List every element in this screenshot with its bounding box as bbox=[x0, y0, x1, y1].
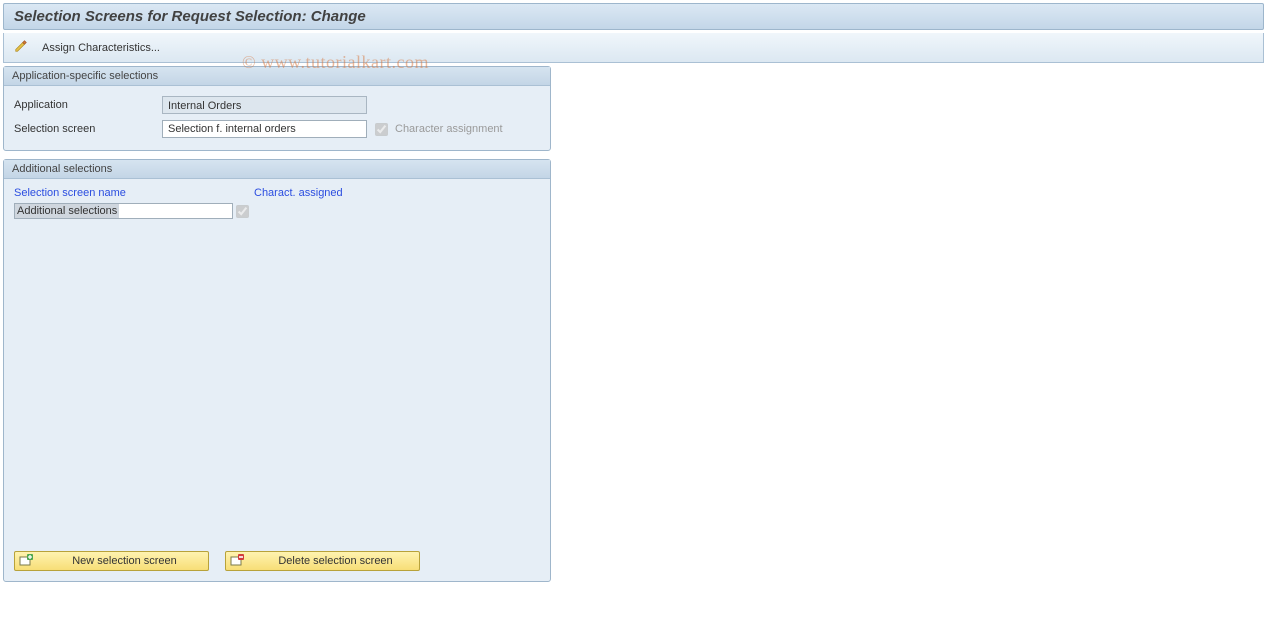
group-additional: Additional selections Selection screen n… bbox=[3, 159, 551, 582]
col-charact-assigned: Charact. assigned bbox=[254, 187, 343, 199]
character-assignment-checkbox bbox=[375, 123, 388, 136]
delete-selection-screen-button[interactable]: Delete selection screen bbox=[225, 551, 420, 571]
group-header-app: Application-specific selections bbox=[4, 67, 550, 86]
toolbar: Assign Characteristics... bbox=[3, 33, 1264, 63]
group-header-additional: Additional selections bbox=[4, 160, 550, 179]
selection-screen-label: Selection screen bbox=[14, 123, 162, 135]
new-selection-screen-label: New selection screen bbox=[53, 555, 196, 567]
title-bar: Selection Screens for Request Selection:… bbox=[3, 3, 1264, 30]
group-app-specific: Application-specific selections Applicat… bbox=[3, 66, 551, 151]
create-icon bbox=[19, 554, 33, 568]
selection-screen-name-value: Additional selections bbox=[15, 204, 119, 218]
delete-icon bbox=[230, 554, 244, 568]
application-value: Internal Orders bbox=[162, 96, 367, 114]
selection-screen-name-input[interactable]: Additional selections bbox=[14, 203, 233, 219]
col-selection-screen-name: Selection screen name bbox=[14, 187, 214, 199]
pencil-icon[interactable] bbox=[14, 39, 28, 56]
delete-selection-screen-label: Delete selection screen bbox=[264, 555, 407, 567]
table-row[interactable]: Additional selections bbox=[14, 202, 540, 220]
page-title: Selection Screens for Request Selection:… bbox=[14, 8, 1253, 25]
application-label: Application bbox=[14, 99, 162, 111]
assign-characteristics-button[interactable]: Assign Characteristics... bbox=[42, 42, 160, 54]
new-selection-screen-button[interactable]: New selection screen bbox=[14, 551, 209, 571]
character-assignment-label: Character assignment bbox=[395, 123, 503, 135]
column-headers: Selection screen name Charact. assigned bbox=[14, 187, 540, 199]
content-area: Application-specific selections Applicat… bbox=[3, 66, 1264, 582]
selection-screen-input[interactable] bbox=[162, 120, 367, 138]
row-charact-checkbox bbox=[236, 205, 249, 218]
